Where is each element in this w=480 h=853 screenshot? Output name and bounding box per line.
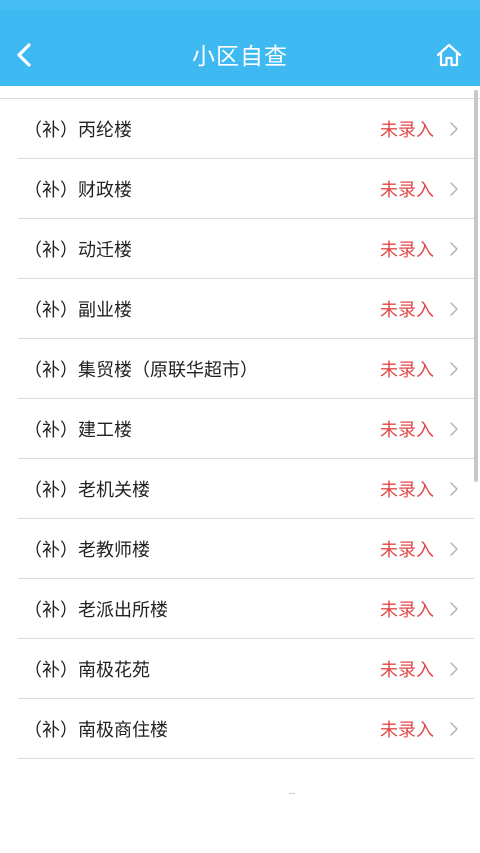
home-button[interactable] xyxy=(434,42,464,72)
chevron-right-icon xyxy=(448,361,460,376)
status-label: 未录入 xyxy=(380,239,434,261)
status-label: 未录入 xyxy=(380,719,434,741)
status-label: 未录入 xyxy=(380,479,434,501)
building-name: （补）财政楼 xyxy=(24,179,132,201)
scrollbar[interactable] xyxy=(474,90,478,482)
chevron-right-icon xyxy=(448,721,460,736)
list-item[interactable]: （补）南极花苑 未录入 xyxy=(18,639,474,699)
status-label: 未录入 xyxy=(380,119,434,141)
building-name: （补）动迁楼 xyxy=(24,239,132,261)
list-item[interactable]: （补）丙纶楼 未录入 xyxy=(18,99,474,159)
chevron-right-icon xyxy=(448,181,460,196)
list-item[interactable]: （补）建工楼 未录入 xyxy=(18,399,474,459)
building-name: （补）建工楼 xyxy=(24,419,132,441)
bottom-blank xyxy=(0,796,480,853)
status-label: 未录入 xyxy=(380,599,434,621)
chevron-right-icon xyxy=(448,481,460,496)
chevron-right-icon xyxy=(448,241,460,256)
building-name: （补）集贸楼（原联华超市） xyxy=(24,359,258,381)
home-icon xyxy=(436,42,462,72)
chevron-right-icon xyxy=(448,421,460,436)
list-item[interactable]: （补）动迁楼 未录入 xyxy=(18,219,474,279)
list-item[interactable]: （补）集贸楼（原联华超市） 未录入 xyxy=(18,339,474,399)
divider-mark xyxy=(289,793,295,794)
list-item[interactable]: （补）副业楼 未录入 xyxy=(18,279,474,339)
status-label: 未录入 xyxy=(380,299,434,321)
building-name: （补）老教师楼 xyxy=(24,539,150,561)
list-item[interactable]: （补）财政楼 未录入 xyxy=(18,159,474,219)
status-label: 未录入 xyxy=(380,419,434,441)
building-list: （补）丙纶楼 未录入 （补）财政楼 未录入 （补）动迁楼 未录入 （补）副业楼 未录入 （补）集… xyxy=(0,86,480,796)
building-name: （补）副业楼 xyxy=(24,299,132,321)
status-label: 未录入 xyxy=(380,539,434,561)
chevron-right-icon xyxy=(448,601,460,616)
status-label: 未录入 xyxy=(380,179,434,201)
page-title: 小区自查 xyxy=(192,44,288,70)
list-item[interactable]: （补）老教师楼 未录入 xyxy=(18,519,474,579)
chevron-right-icon xyxy=(448,541,460,556)
building-name: （补）老派出所楼 xyxy=(24,599,168,621)
building-name: （补）老机关楼 xyxy=(24,479,150,501)
status-label: 未录入 xyxy=(380,659,434,681)
list-item[interactable]: （补）老派出所楼 未录入 xyxy=(18,579,474,639)
status-bar xyxy=(0,0,480,10)
app-header: 小区自查 xyxy=(0,0,480,86)
chevron-right-icon xyxy=(448,121,460,136)
chevron-right-icon xyxy=(448,301,460,316)
building-name: （补）丙纶楼 xyxy=(24,119,132,141)
list-item[interactable]: （补）老机关楼 未录入 xyxy=(18,459,474,519)
list-top-divider xyxy=(0,86,480,99)
chevron-right-icon xyxy=(448,661,460,676)
building-name: （补）南极商住楼 xyxy=(24,719,168,741)
status-label: 未录入 xyxy=(380,359,434,381)
building-name: （补）南极花苑 xyxy=(24,659,150,681)
list-item[interactable]: （补）南极商住楼 未录入 xyxy=(18,699,474,759)
